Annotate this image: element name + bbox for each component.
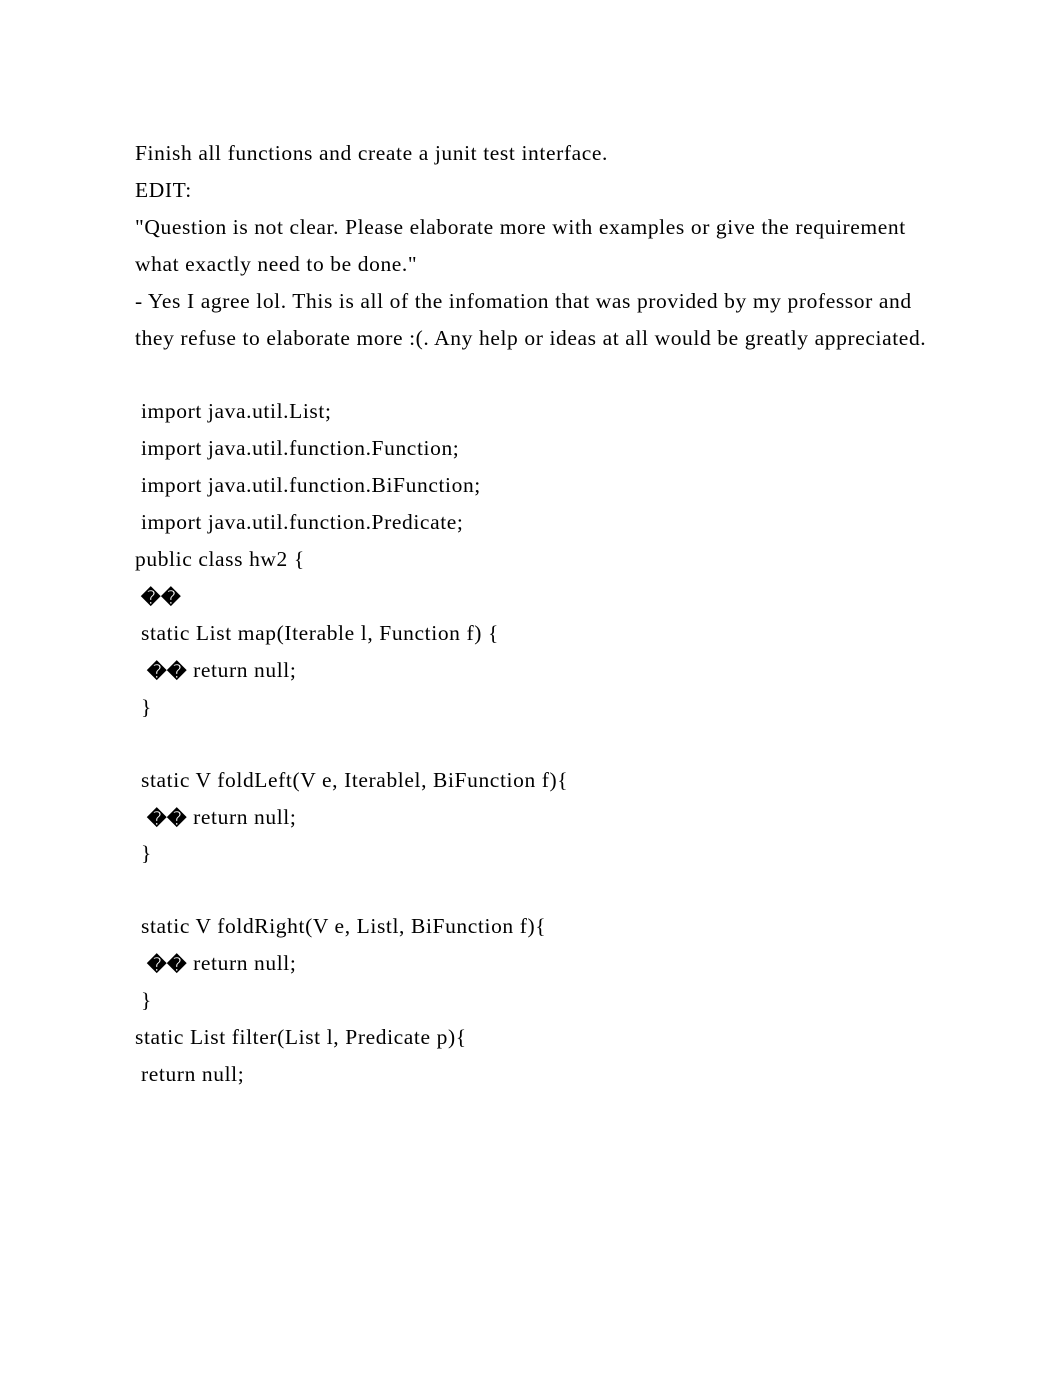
blank-line [135,357,927,393]
replacement-char-icon: � [147,956,167,975]
code-line: import java.util.List; [135,393,927,430]
code-block: import java.util.List; import java.util.… [135,393,927,1093]
code-line: import java.util.function.Predicate; [135,504,927,541]
code-text [135,951,147,975]
replacement-char-icon: � [167,810,187,829]
code-text [135,805,147,829]
code-text [135,658,147,682]
code-line: } [135,982,927,1019]
replacement-char-icon: � [147,810,167,829]
code-line: import java.util.function.BiFunction; [135,467,927,504]
code-line: �� return null; [135,652,927,689]
code-line: static List map(Iterable l, Function f) … [135,615,927,652]
replacement-char-icon: � [167,663,187,682]
code-text: return null; [187,658,296,682]
quote-text: "Question is not clear. Please elaborate… [135,209,927,283]
code-line: } [135,689,927,726]
code-line: static V foldRight(V e, Listl, BiFunctio… [135,908,927,945]
code-line: �� return null; [135,945,927,982]
edit-label: EDIT: [135,172,927,209]
instruction-line: Finish all functions and create a junit … [135,135,927,172]
blank-line [135,726,927,762]
document-page: Finish all functions and create a junit … [0,0,1062,1377]
replacement-char-icon: � [161,589,181,608]
replacement-char-icon: � [167,956,187,975]
code-line: �� return null; [135,799,927,836]
blank-line [135,872,927,908]
code-line: static List filter(List l, Predicate p){ [135,1019,927,1056]
code-line: } [135,835,927,872]
code-line: static V foldLeft(V e, Iterablel, BiFunc… [135,762,927,799]
code-line: import java.util.function.Function; [135,430,927,467]
code-line: public class hw2 { [135,541,927,578]
code-text: return null; [187,951,296,975]
replacement-char-icon: � [141,589,161,608]
code-line: �� [135,578,927,615]
code-line: return null; [135,1056,927,1093]
response-text: - Yes I agree lol. This is all of the in… [135,283,927,357]
replacement-char-icon: � [147,663,167,682]
code-text: return null; [187,805,296,829]
